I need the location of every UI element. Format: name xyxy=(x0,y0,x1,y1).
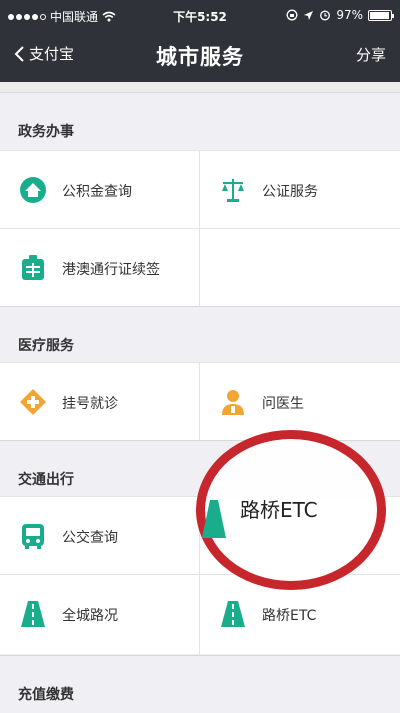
toll-road-icon xyxy=(202,500,226,538)
etc-highlight-callout: 路桥ETC xyxy=(196,430,386,590)
toll-road-icon xyxy=(221,601,245,627)
alarm-icon xyxy=(320,10,331,21)
status-right: 97% xyxy=(286,8,394,22)
service-label: 全城路况 xyxy=(62,608,118,624)
section-header-gov: 政务办事 xyxy=(0,92,400,150)
service-road[interactable]: 全城路况 xyxy=(0,574,200,654)
nav-bar: 支付宝 城市服务 分享 xyxy=(0,30,400,82)
service-notary[interactable]: 公证服务 xyxy=(200,150,400,230)
service-label: 公交查询 xyxy=(62,530,118,546)
empty-cell xyxy=(200,228,400,308)
status-bar: 中国联通 下午5:52 97% xyxy=(0,0,400,30)
service-label: 挂号就诊 xyxy=(62,396,118,412)
service-bus[interactable]: 公交查询 xyxy=(0,496,200,576)
section-title: 医疗服务 xyxy=(18,338,74,354)
passport-icon xyxy=(22,255,44,280)
service-label: 港澳通行证续签 xyxy=(62,262,160,278)
service-gjj[interactable]: 公积金查询 xyxy=(0,150,200,230)
location-icon xyxy=(304,10,314,20)
battery-icon xyxy=(368,9,394,21)
service-hk-macau[interactable]: 港澳通行证续签 xyxy=(0,228,200,308)
rotation-lock-icon xyxy=(286,9,298,21)
page-title: 城市服务 xyxy=(156,45,244,69)
bus-icon xyxy=(22,524,44,549)
service-label: 路桥ETC xyxy=(262,608,317,624)
service-label: 公证服务 xyxy=(262,184,318,200)
battery-percent: 97% xyxy=(336,8,363,22)
section-title: 交通出行 xyxy=(18,472,74,488)
housing-fund-icon xyxy=(20,177,46,203)
section-title: 政务办事 xyxy=(18,124,74,140)
service-register[interactable]: 挂号就诊 xyxy=(0,362,200,442)
section-title: 充值缴费 xyxy=(18,687,74,703)
service-label: 公积金查询 xyxy=(62,184,132,200)
section-header-medical: 医疗服务 xyxy=(0,306,400,364)
share-button[interactable]: 分享 xyxy=(356,44,386,65)
section-header-recharge: 充值缴费 xyxy=(0,655,400,713)
medical-cross-icon xyxy=(20,389,46,415)
scales-icon xyxy=(222,179,244,202)
service-label: 问医生 xyxy=(262,396,304,412)
road-icon xyxy=(21,601,45,627)
callout-label: 路桥ETC xyxy=(240,498,318,522)
doctor-icon xyxy=(222,390,244,415)
